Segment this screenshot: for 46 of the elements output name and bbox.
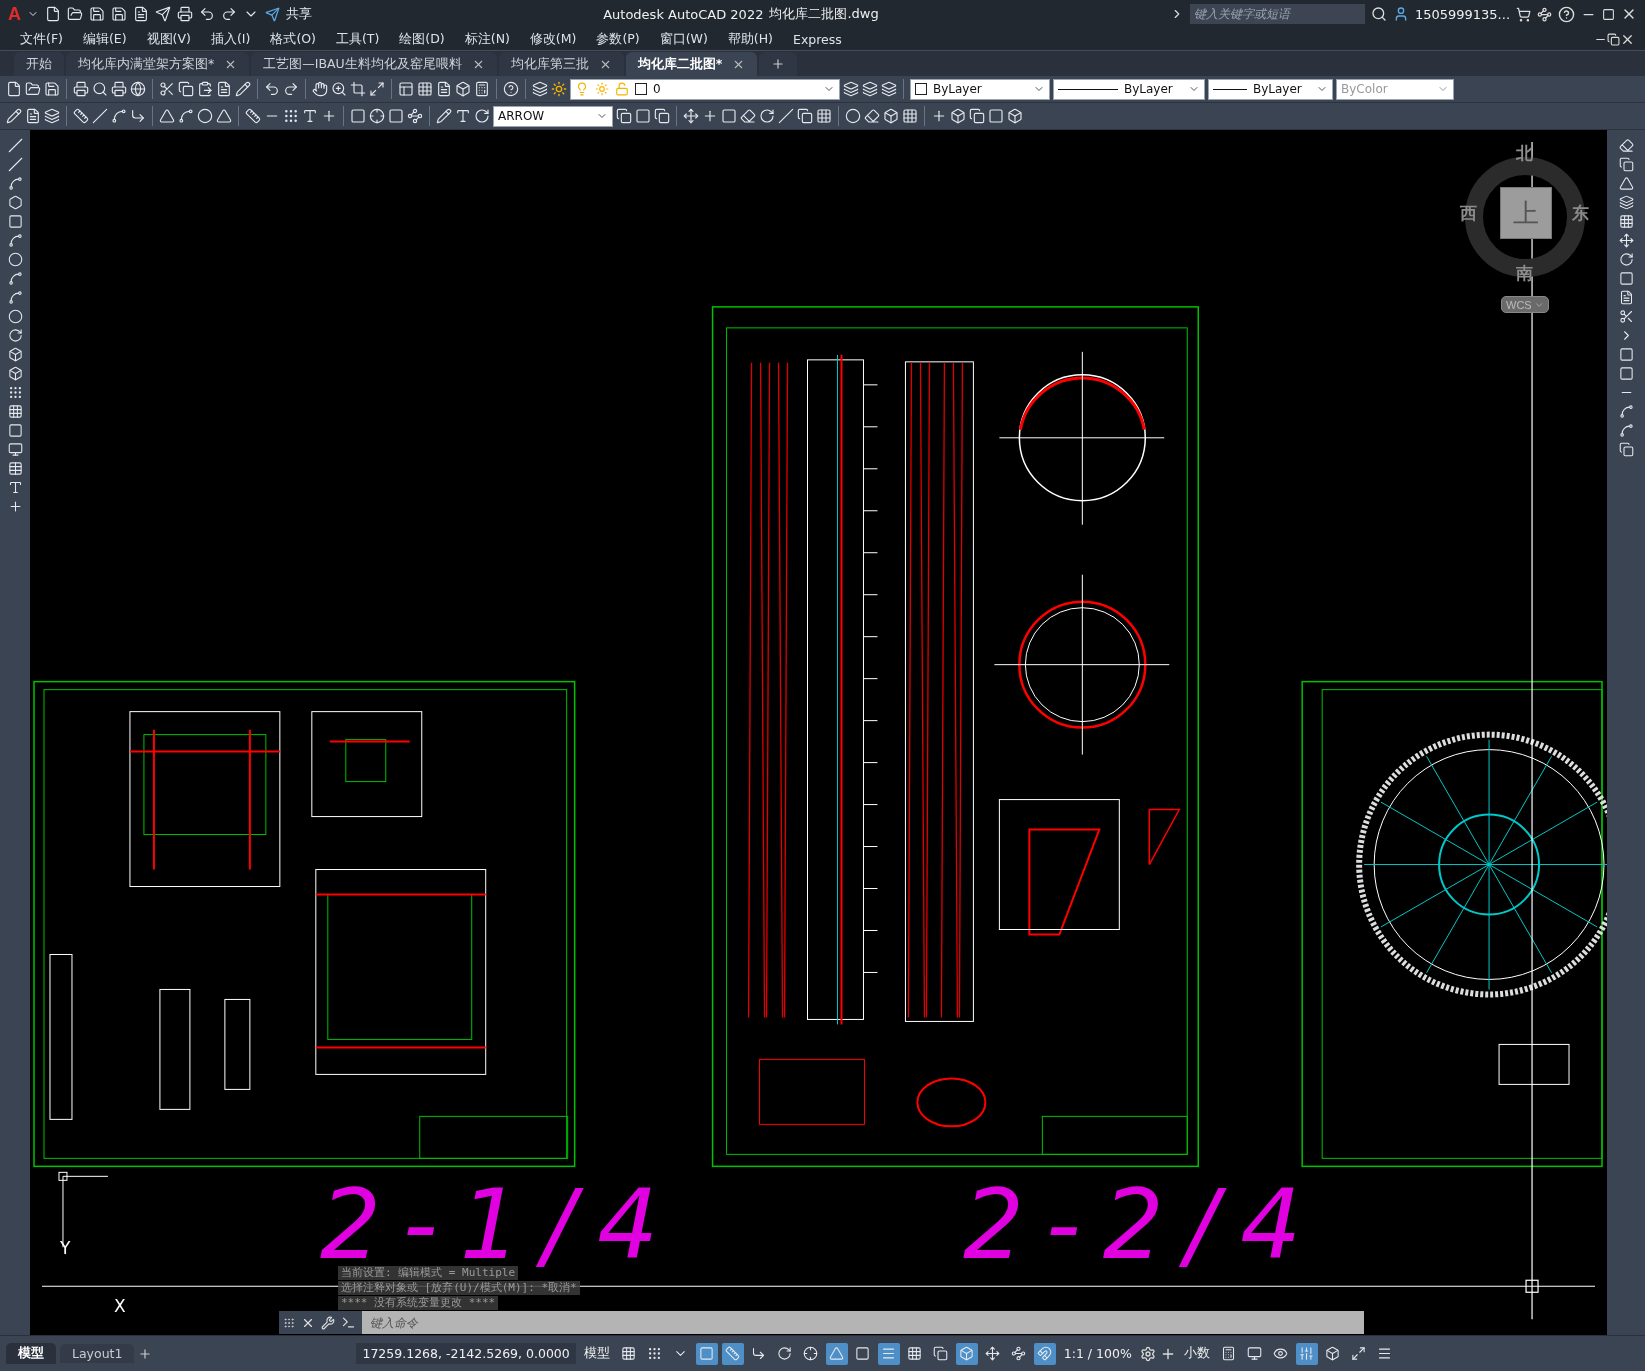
dimension-style-name: ARROW (498, 109, 546, 123)
menu-item[interactable]: 格式(O) (260, 30, 326, 48)
lineweight-dropdown[interactable]: ByLayer (1208, 78, 1333, 100)
linetype-dropdown[interactable]: ByLayer (1053, 78, 1205, 100)
lineweight-name: ByLayer (1253, 82, 1303, 96)
menu-item[interactable]: 工具(T) (325, 30, 390, 48)
compass-label[interactable]: 东 (1572, 202, 1589, 225)
layout-tab[interactable]: Layout1 (60, 1344, 135, 1363)
menu-item[interactable]: 参数(P) (586, 30, 650, 48)
menu-item[interactable]: Express (783, 31, 852, 47)
share-button[interactable]: 共享 (286, 5, 312, 23)
document-tab[interactable]: 均化库第三批 (498, 52, 624, 76)
layout-tab[interactable]: 模型 (6, 1343, 56, 1364)
compass-label[interactable]: 南 (1516, 262, 1533, 285)
axis-label: Y (60, 1238, 71, 1258)
window-title: Autodesk AutoCAD 2022 (603, 6, 764, 22)
document-tab[interactable]: 开始 (14, 52, 64, 76)
space-toggle[interactable]: 模型 (579, 1345, 614, 1362)
linetype-name: ByLayer (1124, 82, 1174, 96)
menu-item[interactable]: 帮助(H) (717, 30, 783, 48)
compass-label[interactable]: 西 (1460, 202, 1477, 225)
user-name[interactable]: 1505999135... (1414, 6, 1510, 22)
axis-label: X (114, 1296, 126, 1316)
file-name: 均化库二批图.dwg (769, 5, 879, 23)
menu-item[interactable]: 窗口(W) (649, 30, 718, 48)
color-name: ByLayer (933, 82, 983, 96)
coordinates-readout: 17259.1268, -2142.5269, 0.0000 (356, 1343, 576, 1364)
document-tab[interactable]: 均化库内满堂架方案图* (66, 52, 250, 76)
layer-name: 0 (653, 82, 662, 96)
menu-item[interactable]: 标注(N) (454, 30, 520, 48)
menu-item[interactable]: 修改(M) (519, 30, 587, 48)
search-field[interactable]: 键入关键字或短语 (1189, 4, 1365, 24)
layer-dropdown[interactable]: 0 (570, 78, 840, 100)
menu-item[interactable]: 插入(I) (200, 30, 261, 48)
units-dropdown[interactable]: 小数 (1179, 1345, 1214, 1362)
menu-item[interactable]: 编辑(E) (72, 30, 137, 48)
document-tab[interactable]: 均化库二批图* (625, 52, 758, 76)
menu-item[interactable]: 绘图(D) (389, 30, 455, 48)
color-dropdown[interactable]: ByLayer (910, 78, 1050, 100)
dimension-style-dropdown[interactable]: ARROW (493, 105, 613, 127)
menu-item[interactable]: 视图(V) (136, 30, 201, 48)
plot-style-name: ByColor (1341, 82, 1389, 96)
menu-item[interactable]: 文件(F) (10, 30, 73, 48)
command-input[interactable]: 键入命令 (362, 1311, 1364, 1334)
document-tab[interactable]: 工艺图—IBAU生料均化及窑尾喂料 (251, 52, 497, 76)
annotation-scale[interactable]: 1:1 / 100% (1059, 1346, 1136, 1361)
